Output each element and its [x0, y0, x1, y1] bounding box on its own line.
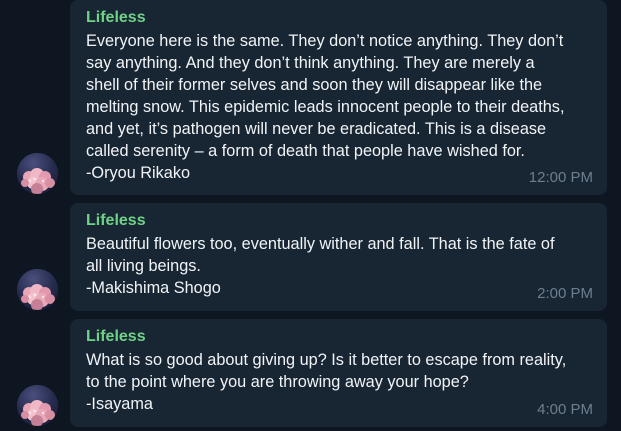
sakura-avatar-image — [17, 153, 58, 194]
message-line: -Isayama — [86, 395, 153, 413]
avatar[interactable] — [17, 385, 58, 426]
message-line: shell of their former selves and soon th… — [86, 76, 543, 94]
message-text: Everyone here is the same. They don’t no… — [86, 30, 593, 184]
message-line: melting snow. This epidemic leads innoce… — [86, 98, 565, 116]
sender-name[interactable]: Lifeless — [86, 327, 593, 347]
message-text: Beautiful flowers too, eventually wither… — [86, 233, 593, 299]
message-line: say anything. And they don’t think anyth… — [86, 54, 535, 72]
message-timestamp: 2:00 PM — [537, 285, 593, 302]
message-timestamp: 12:00 PM — [528, 169, 593, 186]
message-bubble[interactable]: Lifeless What is so good about giving up… — [70, 319, 607, 427]
message-text: What is so good about giving up? Is it b… — [86, 349, 593, 415]
message-line: Beautiful flowers too, eventually wither… — [86, 235, 555, 253]
sakura-avatar-image — [17, 269, 58, 310]
message-line: -Makishima Shogo — [86, 279, 221, 297]
message-line: and yet, it’s pathogen will never be era… — [86, 120, 547, 138]
message-bubble[interactable]: Lifeless Everyone here is the same. They… — [70, 0, 607, 195]
message-line: What is so good about giving up? Is it b… — [86, 351, 567, 369]
message-line: Everyone here is the same. They don’t no… — [86, 32, 564, 50]
sender-name[interactable]: Lifeless — [86, 8, 593, 28]
avatar[interactable] — [17, 153, 58, 194]
chat-history: Lifeless Everyone here is the same. They… — [0, 0, 621, 431]
avatar[interactable] — [17, 269, 58, 310]
message-timestamp: 4:00 PM — [537, 401, 593, 418]
sakura-avatar-image — [17, 385, 58, 426]
message-bubble[interactable]: Lifeless Beautiful flowers too, eventual… — [70, 203, 607, 311]
sender-name[interactable]: Lifeless — [86, 211, 593, 231]
message-line: -Oryou Rikako — [86, 164, 191, 182]
message-line: to the point where you are throwing away… — [86, 373, 469, 391]
message-line: all living beings. — [86, 257, 201, 275]
message-line: called serenity – a form of death that p… — [86, 142, 525, 160]
